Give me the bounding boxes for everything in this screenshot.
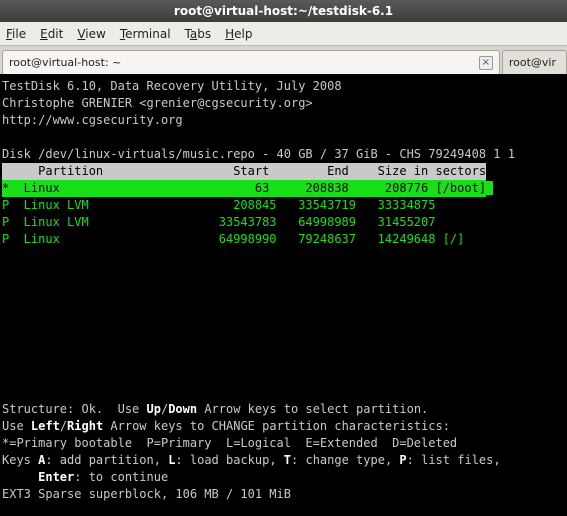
menubar: File Edit View Terminal Tabs Help — [0, 22, 567, 46]
structure-line2: Use Left/Right Arrow keys to CHANGE part… — [2, 419, 450, 433]
cursor-block — [486, 181, 493, 195]
menu-view[interactable]: View — [77, 27, 105, 41]
window-titlebar: root@virtual-host:~/testdisk-6.1 — [0, 0, 567, 22]
close-icon[interactable]: × — [479, 56, 493, 70]
partition-header: Partition Start End Size in sectors — [2, 163, 486, 180]
tab-inactive[interactable]: root@vir — [502, 50, 567, 74]
partition-row: P Linux LVM 33543783 64998989 31455207 — [2, 215, 435, 229]
tab-active-label: root@virtual-host: ~ — [9, 56, 121, 69]
partition-row: P Linux LVM 208845 33543719 33334875 — [2, 198, 435, 212]
enter-line: Enter: to continue — [2, 470, 168, 484]
tab-bar: root@virtual-host: ~ × root@vir — [0, 46, 567, 74]
structure-line3: *=Primary bootable P=Primary L=Logical E… — [2, 436, 457, 450]
tab-active[interactable]: root@virtual-host: ~ × — [2, 50, 500, 74]
partition-row: P Linux 64998990 79248637 14249648 [/] — [2, 232, 464, 246]
keys-line: Keys A: add partition, L: load backup, T… — [2, 453, 501, 467]
menu-help[interactable]: Help — [225, 27, 252, 41]
menu-edit[interactable]: Edit — [40, 27, 63, 41]
term-line2: Christophe GRENIER <grenier@cgsecurity.o… — [2, 96, 313, 110]
tab-inactive-label: root@vir — [509, 56, 556, 69]
term-diskline: Disk /dev/linux-virtuals/music.repo - 40… — [2, 147, 515, 161]
fs-line: EXT3 Sparse superblock, 106 MB / 101 MiB — [2, 487, 291, 501]
menu-terminal[interactable]: Terminal — [120, 27, 171, 41]
partition-row-selected: * Linux 63 208838 208776 [/boot] — [2, 180, 486, 197]
term-line1: TestDisk 6.10, Data Recovery Utility, Ju… — [2, 79, 342, 93]
structure-line1: Structure: Ok. Use Up/Down Arrow keys to… — [2, 402, 428, 416]
menu-file[interactable]: File — [6, 27, 26, 41]
terminal-output[interactable]: TestDisk 6.10, Data Recovery Utility, Ju… — [0, 74, 567, 516]
menu-tabs[interactable]: Tabs — [185, 27, 212, 41]
term-line3: http://www.cgsecurity.org — [2, 113, 183, 127]
window-title: root@virtual-host:~/testdisk-6.1 — [174, 4, 393, 18]
